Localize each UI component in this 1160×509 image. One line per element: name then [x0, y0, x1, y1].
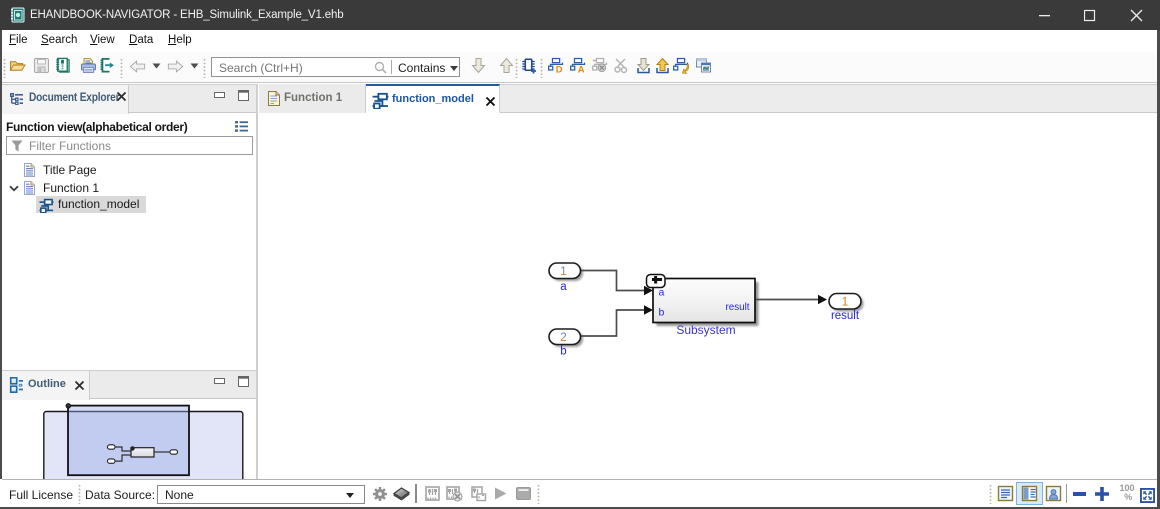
svg-text:result: result: [726, 302, 750, 313]
svg-text:1: 1: [560, 264, 567, 278]
svg-text:a: a: [659, 287, 665, 299]
svg-text:result: result: [831, 310, 860, 322]
svg-text:b: b: [560, 346, 566, 358]
svg-text:A: A: [578, 63, 585, 74]
svg-text:1: 1: [842, 295, 849, 309]
svg-text:2: 2: [560, 330, 567, 344]
svg-text:Subsystem: Subsystem: [676, 323, 735, 337]
svg-text:a: a: [560, 281, 567, 293]
svg-text:b: b: [659, 307, 665, 319]
svg-text:D: D: [556, 63, 563, 74]
